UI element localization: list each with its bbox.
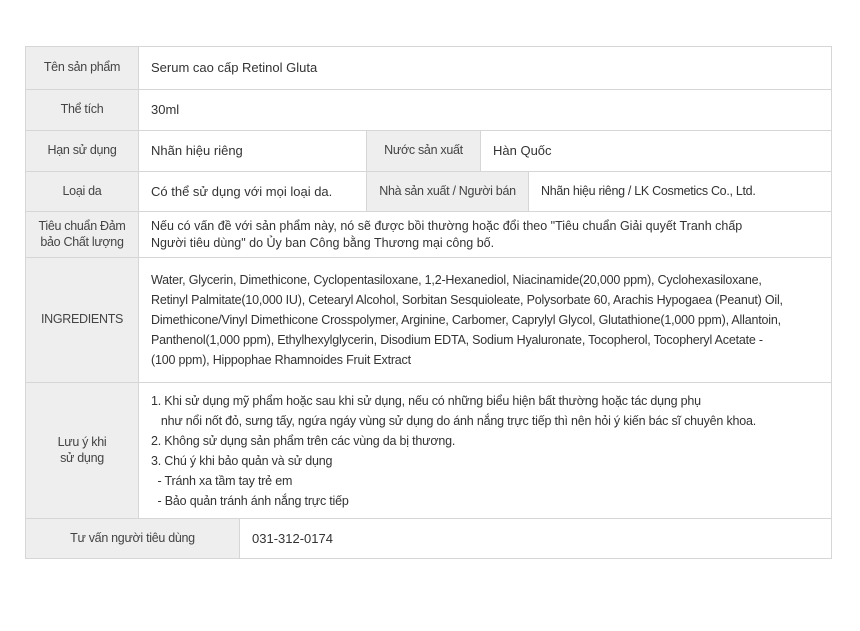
product-name-label: Tên sản phẩm [26,47,139,89]
expiry-label: Hạn sử dụng [26,131,139,171]
ingredients-line: Panthenol(1,000 ppm), Ethylhexylglycerin… [151,333,763,347]
quality-standard-line: Nếu có vấn đề với sản phẩm này, nó sẽ đư… [151,218,743,233]
usage-note-line: 3. Chú ý khi bảo quản và sử dụng [151,453,333,468]
quality-standard-line: Người tiêu dùng" do Ủy ban Công bằng Thư… [151,235,495,250]
usage-note-line: như nổi nốt đỏ, sưng tấy, ngứa ngáy vùng… [151,413,757,428]
usage-note-line: 1. Khi sử dụng mỹ phẩm hoặc sau khi sử d… [151,393,701,408]
consult-label: Tư vấn người tiêu dùng [26,519,240,558]
row-ingredients: INGREDIENTS Water, Glycerin, Dimethicone… [26,257,831,382]
volume-value: 30ml [151,102,180,118]
usage-note-line: - Bảo quản tránh ánh nắng trực tiếp [151,493,349,508]
manufacturer-label: Nhà sản xuất / Người bán [367,172,529,211]
row-consult: Tư vấn người tiêu dùng 031-312-0174 [26,518,831,558]
row-usage-notes: Lưu ý khi sử dụng 1. Khi sử dụng mỹ phẩm… [26,382,831,518]
product-info-table: Tên sản phẩm Serum cao cấp Retinol Gluta… [25,46,832,559]
quality-standard-label: Tiêu chuẩn Đảm bảo Chất lượng [26,212,139,257]
origin-label: Nước sản xuất [367,131,481,171]
row-skin-manufacturer: Loại da Có thể sử dụng với mọi loại da. … [26,171,831,211]
quality-standard-label-line: Tiêu chuẩn Đảm [38,218,126,233]
usage-notes-label: Lưu ý khi sử dụng [26,383,139,518]
volume-label: Thể tích [26,90,139,130]
ingredients-line: (100 ppm), Hippophae Rhamnoides Fruit Ex… [151,353,411,367]
skin-type-label: Loại da [26,172,139,211]
product-name-value: Serum cao cấp Retinol Gluta [151,60,318,76]
origin-value: Hàn Quốc [493,143,552,159]
usage-notes-value: 1. Khi sử dụng mỹ phẩm hoặc sau khi sử d… [139,383,766,518]
usage-notes-label-line: sử dụng [60,450,104,465]
expiry-value: Nhãn hiệu riêng [139,131,367,171]
usage-notes-label-line: Lưu ý khi [57,434,107,449]
ingredients-value: Water, Glycerin, Dimethicone, Cyclopenta… [139,258,793,382]
row-product-name: Tên sản phẩm Serum cao cấp Retinol Gluta [26,47,831,89]
ingredients-label: INGREDIENTS [26,258,139,382]
quality-standard-label-line: bảo Chất lượng [40,234,124,249]
skin-type-value: Có thể sử dụng với mọi loại da. [139,172,367,211]
ingredients-line: Water, Glycerin, Dimethicone, Cyclopenta… [151,273,762,287]
usage-note-line: - Tránh xa tầm tay trẻ em [151,473,293,488]
quality-standard-value: Nếu có vấn đề với sản phẩm này, nó sẽ đư… [139,212,752,257]
ingredients-line: Dimethicone/Vinyl Dimethicone Crosspolym… [151,313,781,327]
row-expiry-origin: Hạn sử dụng Nhãn hiệu riêng Nước sản xuấ… [26,130,831,171]
ingredients-line: Retinyl Palmitate(10,000 IU), Cetearyl A… [151,293,783,307]
manufacturer-value: Nhãn hiệu riêng / LK Cosmetics Co., Ltd. [541,184,756,199]
row-volume: Thể tích 30ml [26,89,831,130]
row-quality-standard: Tiêu chuẩn Đảm bảo Chất lượng Nếu có vấn… [26,211,831,257]
usage-note-line: 2. Không sử dụng sản phẩm trên các vùng … [151,433,456,448]
consult-phone: 031-312-0174 [252,530,333,546]
